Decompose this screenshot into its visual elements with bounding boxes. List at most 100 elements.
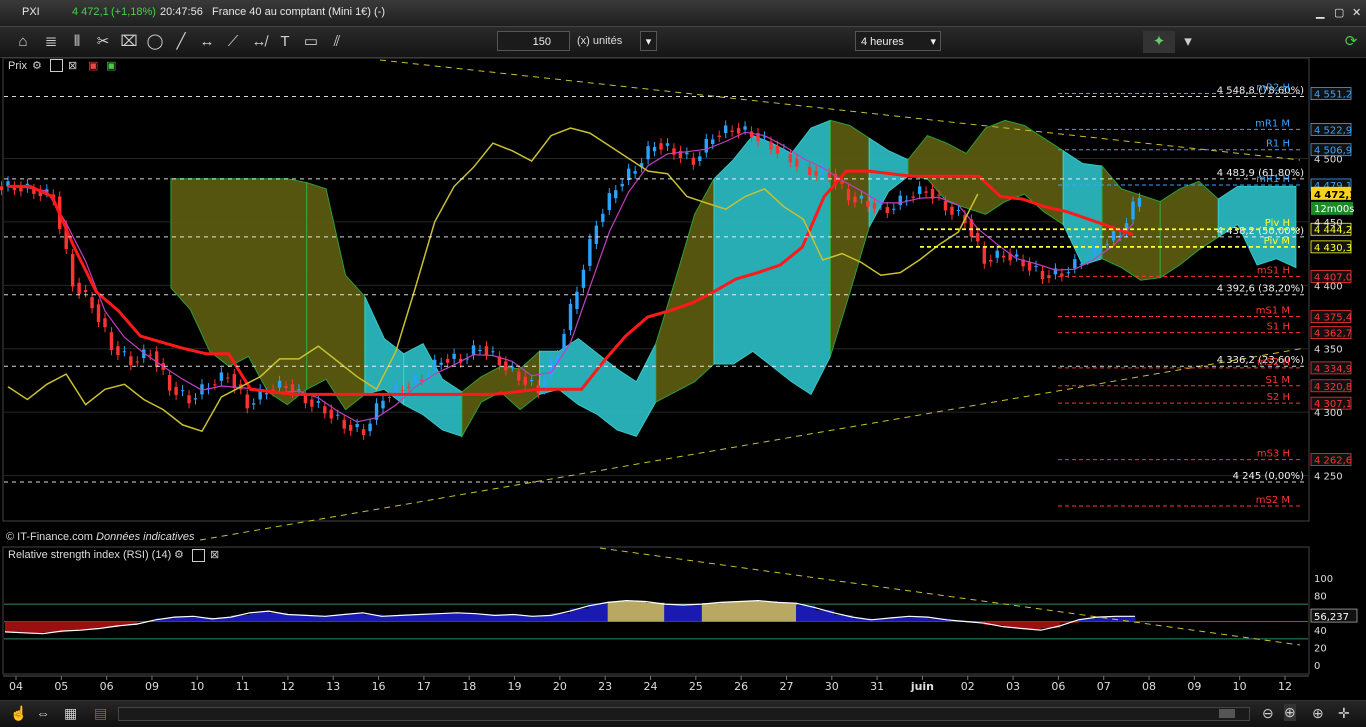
x-tick-label: 24 (644, 680, 658, 693)
close-button[interactable]: ✕ (1352, 6, 1361, 19)
print-icon[interactable]: ▤ (94, 705, 107, 722)
pivot-price-label: 4 362,7 (1314, 329, 1352, 340)
rectangle-icon[interactable]: ▭ (300, 31, 322, 53)
navigator-icon[interactable]: ⇔ (36, 705, 50, 721)
pivot-level-name: S1 M (1265, 375, 1290, 386)
ichimoku-cloud (714, 120, 830, 394)
pivot-level-name: S1 H (1267, 322, 1290, 333)
settings-icon[interactable]: ⚙ (32, 59, 42, 72)
unit-dropdown-arrow[interactable]: ▾ (640, 31, 657, 51)
candle-body (343, 420, 346, 429)
candle-body (433, 360, 436, 371)
channel-icon[interactable]: ⫽ (326, 31, 348, 53)
candle-body (996, 251, 999, 258)
timeframe-value: 4 heures (861, 36, 904, 48)
copyright-text: © IT-Finance.com (6, 531, 93, 543)
cursor-icon[interactable]: ☝ (10, 705, 27, 722)
candle-body (892, 209, 895, 210)
candle-body (549, 359, 552, 377)
x-tick-label: 07 (1097, 680, 1111, 693)
candle-body (330, 410, 333, 419)
settings-icon[interactable]: ⚙ (174, 548, 184, 561)
grid-icon[interactable]: ▦ (64, 705, 77, 722)
refresh-icon[interactable]: ⟳ (1340, 31, 1362, 53)
ichimoku-cloud (365, 297, 404, 405)
trendline-icon[interactable]: ⟋ (222, 31, 244, 53)
candle-body (1073, 259, 1076, 268)
period-count-input[interactable]: 150 (497, 31, 570, 51)
rsi-fill (589, 604, 608, 621)
segment-icon[interactable]: ↮ (248, 31, 270, 53)
zoom-fit-icon[interactable]: ⊕ (1284, 704, 1296, 721)
scroll-thumb[interactable] (1219, 709, 1235, 718)
indicators-icon[interactable]: ✦ (1143, 31, 1175, 53)
candle-body (827, 173, 830, 178)
candle-body (355, 424, 358, 427)
candle-body (317, 401, 320, 403)
rsi-fill (401, 615, 420, 622)
indicators-menu-chevron-icon[interactable]: ▾ (1177, 31, 1199, 53)
rsi-fill (250, 612, 269, 622)
alarm-icon[interactable]: ⌂ (12, 31, 34, 53)
ellipse-icon[interactable]: ◯ (144, 31, 166, 53)
x-tick-label: 23 (598, 680, 612, 693)
candle-body (743, 126, 746, 129)
candle-body (627, 169, 630, 180)
trash-icon[interactable]: ⌧ (118, 31, 140, 53)
minimize-button[interactable]: ▁ (1316, 6, 1324, 19)
pivot-price-label: 4 375,4 (1314, 313, 1352, 324)
x-tick-label: 30 (825, 680, 839, 693)
ichimoku-cloud (540, 339, 656, 437)
tools-icon[interactable]: ✂ (92, 31, 114, 53)
window-icon[interactable] (192, 549, 205, 562)
zoom-in-icon[interactable]: ⊕ (1312, 705, 1324, 722)
rsi-tick-label: 100 (1314, 574, 1333, 585)
candle-body (1086, 259, 1089, 260)
copyright-note: © IT-Finance.com Données indicatives (6, 531, 194, 543)
text-icon[interactable]: T (274, 31, 296, 53)
candle-body (853, 197, 856, 203)
price-panel-label: Prix (8, 60, 27, 72)
add-icon[interactable]: ▣ (106, 59, 116, 72)
candle-body (698, 156, 701, 161)
pivot-price-label: 4 430,3 (1314, 243, 1352, 254)
pivot-level-name: mS2 H (1257, 357, 1290, 368)
rsi-fill (288, 615, 307, 622)
line-icon[interactable]: ╱ (170, 31, 192, 53)
candle-body (886, 207, 889, 213)
candle-body (90, 297, 93, 308)
horizontal-scrollbar[interactable] (118, 707, 1250, 721)
candle-body (97, 304, 100, 322)
candle-body (911, 197, 914, 198)
pivot-price-label: 4 320,8 (1314, 382, 1352, 393)
fan-icon[interactable]: ⫴ (66, 31, 88, 53)
candle-body (989, 260, 992, 262)
window-icon[interactable] (50, 59, 63, 72)
disclaimer-text: Données indicatives (96, 531, 194, 543)
rsi-fill (1022, 622, 1041, 630)
horizontal-line-icon[interactable]: ↔ (196, 31, 218, 53)
close-icon[interactable]: ⊠ (210, 548, 219, 561)
candle-body (452, 354, 455, 359)
timeframe-select[interactable]: 4 heures ▾ (855, 31, 941, 51)
candle-body (866, 201, 869, 207)
candle-body (814, 171, 817, 176)
maximize-button[interactable]: ▢ (1334, 6, 1344, 19)
zoom-out-icon[interactable]: ⊖ (1262, 705, 1274, 722)
candle-body (1041, 271, 1044, 279)
rsi-fill (721, 602, 740, 622)
candle-body (873, 203, 876, 209)
crosshair-icon[interactable]: ✛ (1338, 705, 1350, 722)
fibonacci-icon[interactable]: ≣ (40, 31, 62, 53)
last-price-label: 4 472,1 (1314, 190, 1356, 201)
candle-body (213, 384, 216, 385)
candle-body (976, 233, 979, 241)
x-tick-label: 19 (508, 680, 522, 693)
rsi-fill (24, 622, 43, 634)
pivot-level-name: S2 H (1267, 392, 1290, 403)
candle-body (860, 196, 863, 199)
rsi-trendline (600, 548, 1300, 645)
export-icon[interactable]: ▣ (88, 59, 98, 72)
close-icon[interactable]: ⊠ (68, 59, 77, 72)
rsi-fill (777, 603, 796, 622)
